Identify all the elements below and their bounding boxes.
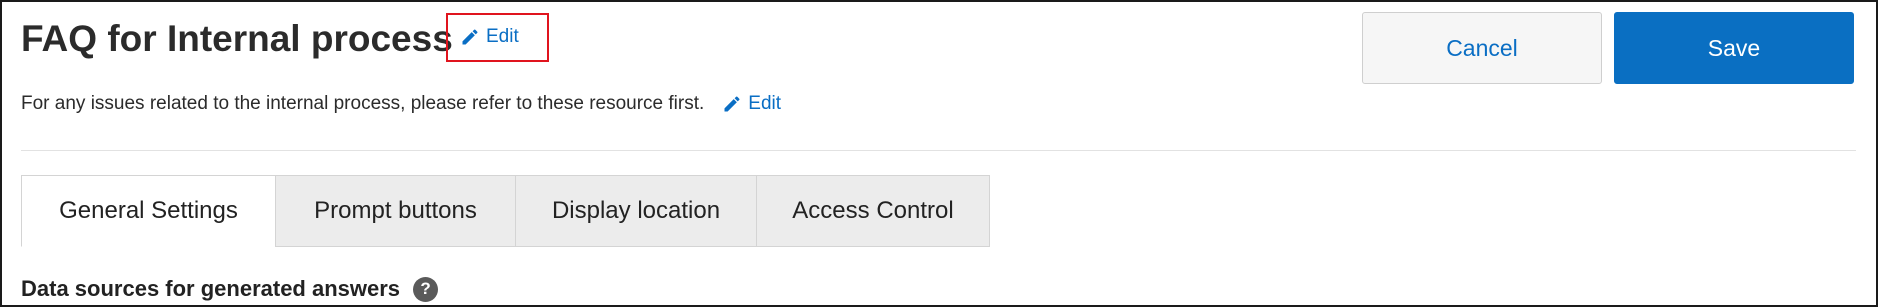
- tab-general-settings[interactable]: General Settings: [21, 175, 276, 247]
- pencil-icon: [462, 29, 478, 45]
- page-title: FAQ for Internal process: [21, 18, 453, 59]
- tab-access-control[interactable]: Access Control: [756, 175, 990, 247]
- edit-title-label: Edit: [486, 26, 519, 47]
- tab-prompt-buttons[interactable]: Prompt buttons: [275, 175, 516, 247]
- edit-description-link[interactable]: Edit: [722, 93, 781, 115]
- header-divider: [21, 150, 1856, 151]
- header-actions: Cancel Save: [1362, 12, 1854, 84]
- page-frame: FAQ for Internal process Edit For any is…: [0, 0, 1878, 307]
- cancel-button[interactable]: Cancel: [1362, 12, 1602, 84]
- data-sources-section: Data sources for generated answers ?: [21, 276, 439, 302]
- page-header: FAQ for Internal process: [21, 16, 453, 62]
- save-button[interactable]: Save: [1614, 12, 1854, 84]
- description-row: For any issues related to the internal p…: [21, 93, 781, 115]
- question-circle-icon[interactable]: ?: [413, 276, 439, 302]
- tab-display-location[interactable]: Display location: [515, 175, 757, 247]
- pencil-icon: [724, 96, 740, 112]
- settings-tabs: General Settings Prompt buttons Display …: [21, 175, 990, 247]
- edit-description-label: Edit: [748, 93, 782, 114]
- edit-title-link[interactable]: Edit: [460, 26, 519, 48]
- page-description: For any issues related to the internal p…: [21, 93, 705, 114]
- section-heading: Data sources for generated answers: [21, 276, 401, 301]
